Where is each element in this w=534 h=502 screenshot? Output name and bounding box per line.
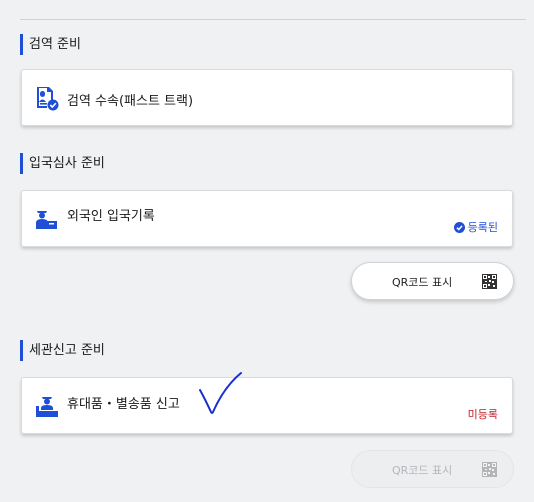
hand-drawn-check-mark-icon (199, 372, 242, 414)
customs-qr-button-label: QR코드 표시 (392, 464, 453, 477)
section-title-quarantine: 검역 준비 (20, 34, 81, 55)
top-divider (20, 19, 526, 20)
immigration-record-label: 외국인 입국기록 (67, 209, 155, 224)
quarantine-card[interactable]: 검역 수속(패스트 트랙) (21, 69, 513, 126)
immigration-qr-button-label: QR코드 표시 (392, 276, 453, 289)
section-title-immigration: 입국심사 준비 (20, 153, 105, 174)
customs-qr-button[interactable]: QR코드 표시 (351, 450, 514, 488)
quarantine-card-label: 검역 수속(패스트 트랙) (67, 94, 194, 109)
status-text-unregistered: 미등록 (467, 408, 498, 421)
immigration-record-card[interactable]: 외국인 입국기록 등록된 (21, 190, 513, 247)
immigration-officer-icon (34, 206, 60, 232)
quarantine-document-check-icon (34, 85, 60, 111)
qr-code-icon (482, 274, 497, 289)
customs-officer-icon (34, 393, 60, 419)
status-badge-unregistered: 미등록 (468, 406, 498, 422)
customs-declaration-label: 휴대품・별송품 신고 (67, 397, 180, 412)
section-title-customs: 세관신고 준비 (20, 340, 105, 361)
status-text-registered: 등록된 (467, 221, 498, 234)
immigration-qr-button[interactable]: QR코드 표시 (351, 262, 514, 300)
check-circle-icon (453, 221, 465, 233)
status-badge-registered: 등록된 (453, 219, 498, 235)
qr-code-icon (482, 462, 497, 477)
customs-declaration-card[interactable]: 휴대품・별송품 신고 미등록 (21, 377, 513, 434)
